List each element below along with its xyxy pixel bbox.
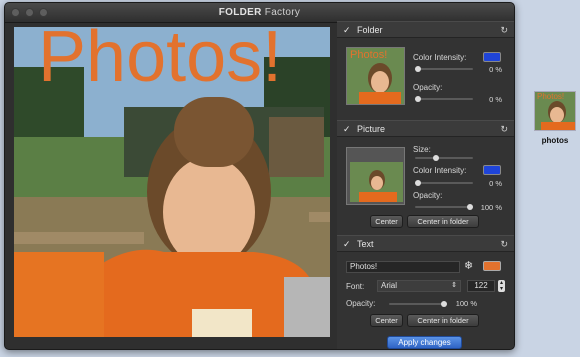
picture-size-knob[interactable] (433, 155, 439, 161)
text-checkbox[interactable]: ✓ (343, 239, 351, 248)
inspector-panel: ✓ Folder ↻ Photos! Color Intensity: 0 % … (337, 21, 514, 349)
folder-opacity-label: Opacity: (413, 83, 443, 92)
text-center-button[interactable]: Center (370, 314, 403, 327)
font-size-input[interactable]: 122 (467, 280, 495, 292)
folder-reset-icon[interactable]: ↻ (500, 25, 508, 36)
picture-color-intensity-value: 0 % (489, 179, 502, 188)
picture-color-intensity-label: Color Intensity: (413, 166, 467, 175)
picture-size-slider[interactable] (415, 155, 473, 161)
title-bar: FOLDER Factory (5, 3, 514, 23)
picture-opacity-value: 100 % (480, 203, 502, 212)
text-input[interactable]: Photos! (346, 261, 460, 273)
font-select-value: Arial (381, 281, 398, 290)
desktop-folder-icon[interactable]: Photos! (534, 91, 576, 131)
folder-color-intensity-slider[interactable] (415, 66, 473, 72)
text-opacity-value: 100 % (455, 299, 477, 308)
picture-opacity-label: Opacity: (413, 191, 443, 200)
folder-section-title: Folder (357, 24, 383, 35)
font-label: Font: (346, 282, 365, 291)
folder-opacity-value: 0 % (489, 95, 502, 104)
font-size-stepper[interactable]: ▴ ▾ (498, 280, 505, 292)
chevron-updown-icon: ⇕ (451, 282, 457, 289)
apply-changes-button[interactable]: Apply changes (387, 336, 462, 349)
folder-section-header[interactable]: ✓ Folder ↻ (337, 21, 514, 38)
snowflake-icon[interactable]: ❄ (464, 259, 473, 272)
picture-center-button[interactable]: Center (370, 215, 403, 228)
font-select[interactable]: Arial ⇕ (377, 280, 461, 292)
picture-size-label: Size: (413, 145, 431, 154)
folder-color-intensity-label: Color Intensity: (413, 53, 467, 62)
picture-color-swatch[interactable] (483, 165, 501, 175)
picture-reset-icon[interactable]: ↻ (500, 124, 508, 135)
text-opacity-label: Opacity: (346, 299, 376, 308)
folder-factory-window: FOLDER Factory Photos! ✓ Folder ↻ Photos… (4, 2, 515, 350)
picture-thumbnail (346, 147, 405, 205)
folder-checkbox[interactable]: ✓ (343, 25, 351, 34)
text-color-swatch[interactable] (483, 261, 501, 271)
preview-overlay-text: Photos! (38, 27, 283, 97)
picture-opacity-slider[interactable] (415, 204, 473, 210)
text-center-in-folder-button[interactable]: Center in folder (407, 314, 479, 327)
picture-center-in-folder-button[interactable]: Center in folder (407, 215, 479, 228)
picture-section-header[interactable]: ✓ Picture ↻ (337, 120, 514, 137)
text-opacity-slider[interactable] (389, 301, 447, 307)
text-reset-icon[interactable]: ↻ (500, 239, 508, 250)
folder-color-swatch[interactable] (483, 52, 501, 62)
picture-checkbox[interactable]: ✓ (343, 124, 351, 133)
desktop-folder-label[interactable]: photos (534, 136, 576, 145)
picture-section-title: Picture (357, 123, 386, 134)
text-section-header[interactable]: ✓ Text ↻ (337, 235, 514, 252)
folder-thumb-text: Photos! (350, 49, 388, 61)
folder-thumbnail: Photos! (346, 47, 405, 105)
folder-opacity-slider[interactable] (415, 96, 473, 102)
desktop-icon-overlay-text: Photos! (537, 92, 565, 101)
picture-color-intensity-slider[interactable] (415, 180, 473, 186)
window-title: FOLDER Factory (218, 7, 301, 18)
folder-preview: Photos! (14, 27, 330, 337)
text-section-title: Text (357, 238, 374, 249)
folder-color-intensity-value: 0 % (489, 65, 502, 74)
